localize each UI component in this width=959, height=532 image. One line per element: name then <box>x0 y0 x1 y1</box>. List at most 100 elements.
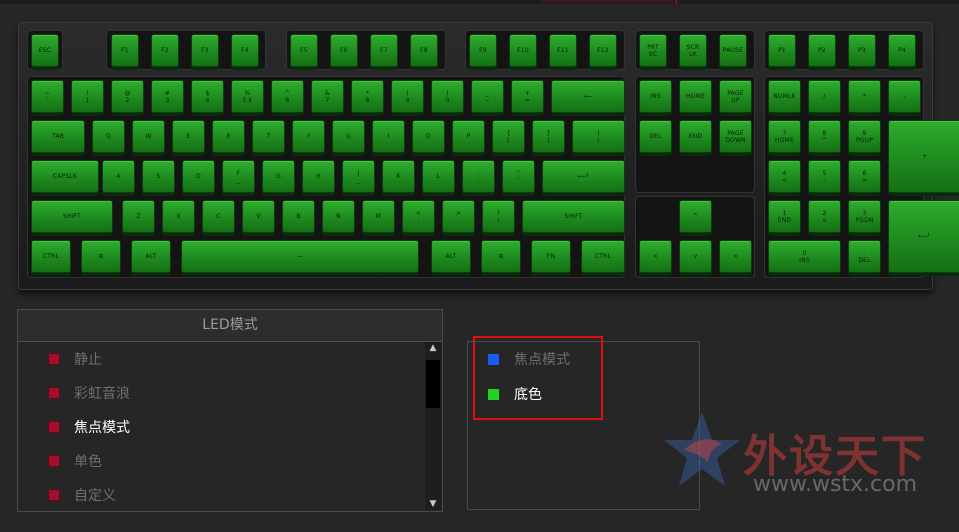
key-f1[interactable]: F1 <box>111 34 139 67</box>
key-%-5-€[interactable]: % 5 € <box>231 80 264 113</box>
key-shift[interactable]: SHIFT <box>31 200 113 233</box>
mode-item-focus[interactable]: 焦点模式 <box>48 417 130 437</box>
key-2-v[interactable]: 2 v <box>808 200 841 233</box>
key-3-pgdn[interactable]: 3 PGDN <box>848 200 881 233</box>
key->[interactable]: > <box>719 240 752 273</box>
key-/[interactable]: / <box>808 80 841 113</box>
key-home[interactable]: HOME <box>679 80 712 113</box>
key-p2[interactable]: P2 <box>808 34 836 67</box>
key-del[interactable]: DEL <box>639 120 672 153</box>
key-+-=[interactable]: + = <box>511 80 544 113</box>
mode-item-custom[interactable]: 自定义 <box>48 485 116 505</box>
key-}-][interactable]: } ] <box>532 120 565 153</box>
key-<[interactable]: < <box>639 240 672 273</box>
key-page-down[interactable]: PAGE DOWN <box>719 120 752 153</box>
key-t[interactable]: T <box>252 120 285 153</box>
key-alt[interactable]: ALT <box>131 240 171 273</box>
key-v[interactable]: V <box>242 200 275 233</box>
key-ins[interactable]: INS <box>639 80 672 113</box>
key-u[interactable]: U <box>332 120 365 153</box>
key-#-3[interactable]: # 3 <box>151 80 184 113</box>
key-h[interactable]: H <box>302 160 335 193</box>
key-*[interactable]: * <box>848 80 881 113</box>
key->-.[interactable]: > . <box>442 200 475 233</box>
key-4-<[interactable]: 4 < <box>768 160 801 193</box>
key-p[interactable]: P <box>452 120 485 153</box>
key-f3[interactable]: F3 <box>191 34 219 67</box>
key-⟵┘[interactable]: ⟵┘ <box>888 200 959 273</box>
key-s[interactable]: S <box>142 160 175 193</box>
key-8-^[interactable]: 8 ^ <box>808 120 841 153</box>
key-b[interactable]: B <box>282 200 315 233</box>
key-m[interactable]: M <box>362 200 395 233</box>
key-*-8[interactable]: * 8 <box>351 80 384 113</box>
key-pause[interactable]: PAUSE <box>719 34 747 67</box>
key-f9[interactable]: F9 <box>469 34 497 67</box>
key-^-6[interactable]: ^ 6 <box>271 80 304 113</box>
key-<-,[interactable]: < , <box>402 200 435 233</box>
key-9-pgup[interactable]: 9 PGUP <box>848 120 881 153</box>
key-&-7[interactable]: & 7 <box>311 80 344 113</box>
key-7-home[interactable]: 7 HOME <box>768 120 801 153</box>
key-6->[interactable]: 6 > <box>848 160 881 193</box>
key-d[interactable]: D <box>182 160 215 193</box>
key-0-ins[interactable]: 0 INS <box>768 240 841 273</box>
key-y[interactable]: Y <box>292 120 325 153</box>
key-r[interactable]: R <box>212 120 245 153</box>
key-n[interactable]: N <box>322 200 355 233</box>
key-(-9[interactable]: ( 9 <box>391 80 424 113</box>
key-1-end[interactable]: 1 END <box>768 200 801 233</box>
key-capslk[interactable]: CAPSLK <box>31 160 99 193</box>
key-o[interactable]: O <box>412 120 445 153</box>
key-.-del[interactable]: . DEL <box>848 240 881 273</box>
key-esc[interactable]: ESC <box>31 34 59 67</box>
key-f7[interactable]: F7 <box>370 34 398 67</box>
key-@-2[interactable]: @ 2 <box>111 80 144 113</box>
key-c[interactable]: C <box>202 200 235 233</box>
key-prt-sc[interactable]: PRT SC <box>639 34 667 67</box>
key-f8[interactable]: F8 <box>410 34 438 67</box>
key-p1[interactable]: P1 <box>768 34 796 67</box>
key-f5[interactable]: F5 <box>290 34 318 67</box>
key-k[interactable]: K <box>382 160 415 193</box>
key-l[interactable]: L <box>422 160 455 193</box>
key-ctrl[interactable]: CTRL <box>581 240 625 273</box>
key-shift[interactable]: SHIFT <box>522 200 625 233</box>
key-end[interactable]: END <box>679 120 712 153</box>
key-f2[interactable]: F2 <box>151 34 179 67</box>
key-f-_[interactable]: F _ <box>222 160 255 193</box>
key-+[interactable]: + <box>888 120 959 193</box>
key-z[interactable]: Z <box>122 200 155 233</box>
key-w[interactable]: W <box>132 120 165 153</box>
key-|-\[interactable]: | \ <box>572 120 625 153</box>
key-5--[interactable]: 5 - <box>808 160 841 193</box>
key-f11[interactable]: F11 <box>549 34 577 67</box>
key-"-'[interactable]: " ' <box>502 160 535 193</box>
key-)-0[interactable]: ) 0 <box>431 80 464 113</box>
key-$-4[interactable]: $ 4 <box>191 80 224 113</box>
mode-item-single-color[interactable]: 单色 <box>48 451 102 471</box>
key-tab[interactable]: TAB <box>31 120 85 153</box>
key-f12[interactable]: F12 <box>589 34 617 67</box>
key-_--[interactable]: _ - <box>471 80 504 113</box>
key-alt[interactable]: ALT <box>431 240 471 273</box>
key-v[interactable]: v <box>679 240 712 273</box>
key-⊞[interactable]: ⊞ <box>81 240 121 273</box>
key-f4[interactable]: F4 <box>231 34 259 67</box>
key-e[interactable]: E <box>172 120 205 153</box>
key-page-up[interactable]: PAGE UP <box>719 80 752 113</box>
mode-item-static[interactable]: 静止 <box>48 349 102 369</box>
key-?-/[interactable]: ? / <box>482 200 515 233</box>
key-!-1[interactable]: ! 1 <box>71 80 104 113</box>
key-⊞[interactable]: ⊞ <box>481 240 521 273</box>
key-f10[interactable]: F10 <box>509 34 537 67</box>
key-numlk[interactable]: NUMLK <box>768 80 801 113</box>
key-fn[interactable]: FN <box>531 240 571 273</box>
key-p4[interactable]: P4 <box>888 34 916 67</box>
mode-item-rainbow-wave[interactable]: 彩虹音浪 <box>48 383 130 403</box>
scroll-down-arrow-icon[interactable]: ▼ <box>425 498 441 510</box>
key-p3[interactable]: P3 <box>848 34 876 67</box>
key--[interactable]: - <box>888 80 921 113</box>
key-{-[[interactable]: { [ <box>492 120 525 153</box>
key-j-_[interactable]: J _ <box>342 160 375 193</box>
